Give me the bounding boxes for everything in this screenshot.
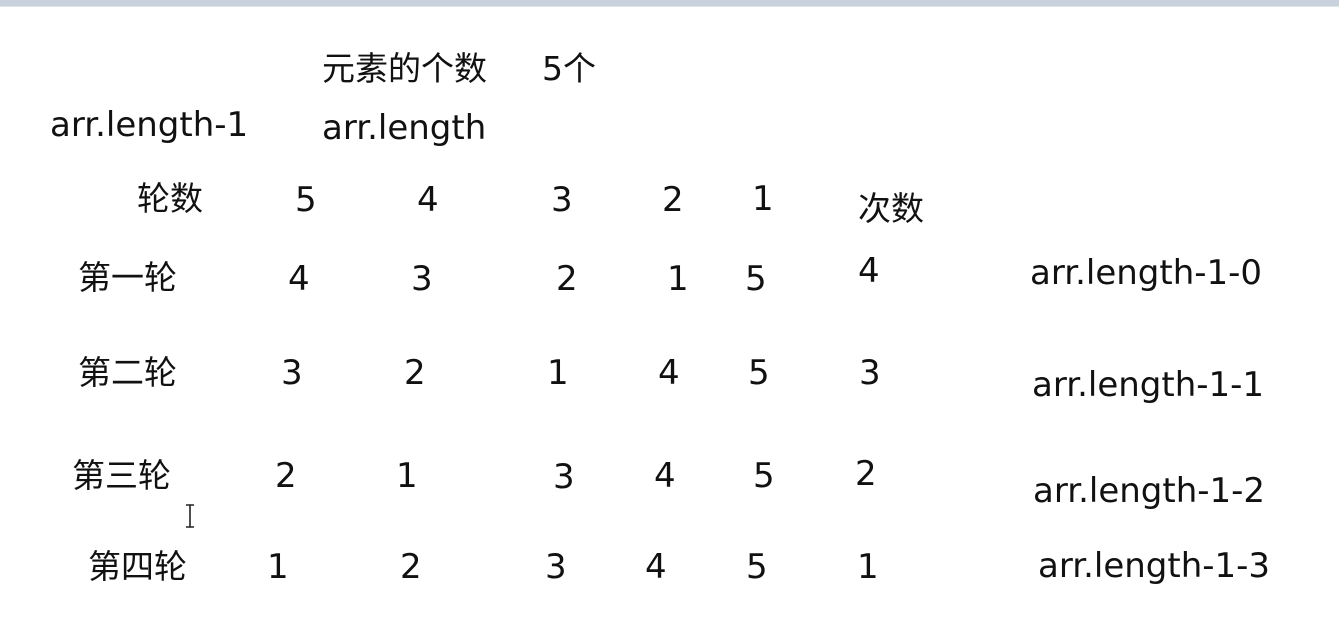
round-value: 3 (553, 457, 575, 497)
round-formula: arr.length-1-1 (1032, 365, 1265, 405)
times-label: 次数 (858, 189, 924, 228)
round-value: 1 (547, 353, 569, 393)
rounds-label: 轮数 (137, 179, 203, 218)
round-value: 5 (746, 547, 768, 587)
round-value: 2 (404, 353, 426, 393)
elements-count-label: 元素的个数 (322, 49, 487, 88)
round-times: 4 (858, 251, 880, 291)
round-value: 5 (748, 353, 770, 393)
round-value: 1 (396, 456, 418, 496)
length-label: arr.length (322, 108, 487, 148)
header-value: 5 (295, 180, 317, 220)
round-times: 3 (859, 353, 881, 393)
round-value: 3 (411, 259, 433, 299)
round-value: 4 (654, 456, 676, 496)
round-value: 3 (545, 547, 567, 587)
elements-count-value: 5个 (542, 49, 596, 88)
header-value: 4 (417, 180, 439, 220)
round-label: 第二轮 (78, 353, 177, 392)
text-cursor-icon (186, 504, 194, 528)
round-times: 2 (855, 454, 877, 494)
round-formula: arr.length-1-3 (1038, 546, 1271, 586)
round-label: 第四轮 (88, 547, 187, 586)
round-value: 4 (288, 259, 310, 299)
round-value: 2 (400, 547, 422, 587)
length-minus-one-label: arr.length-1 (50, 105, 249, 145)
round-value: 5 (753, 456, 775, 496)
round-value: 3 (281, 353, 303, 393)
round-value: 4 (645, 547, 667, 587)
round-value: 1 (267, 547, 289, 587)
header-value: 3 (551, 180, 573, 220)
header-value: 2 (662, 180, 684, 220)
round-value: 1 (667, 259, 689, 299)
header-value: 1 (752, 179, 774, 219)
round-label: 第一轮 (78, 258, 177, 297)
round-value: 2 (275, 456, 297, 496)
top-window-edge (0, 0, 1339, 7)
round-value: 2 (556, 259, 578, 299)
round-times: 1 (857, 547, 879, 587)
round-value: 5 (745, 259, 767, 299)
round-formula: arr.length-1-2 (1033, 471, 1266, 511)
round-value: 4 (658, 353, 680, 393)
round-label: 第三轮 (72, 456, 171, 495)
slide-canvas: 元素的个数 5个 arr.length-1 arr.length 轮数 5 4 … (0, 0, 1339, 620)
round-formula: arr.length-1-0 (1030, 253, 1263, 293)
